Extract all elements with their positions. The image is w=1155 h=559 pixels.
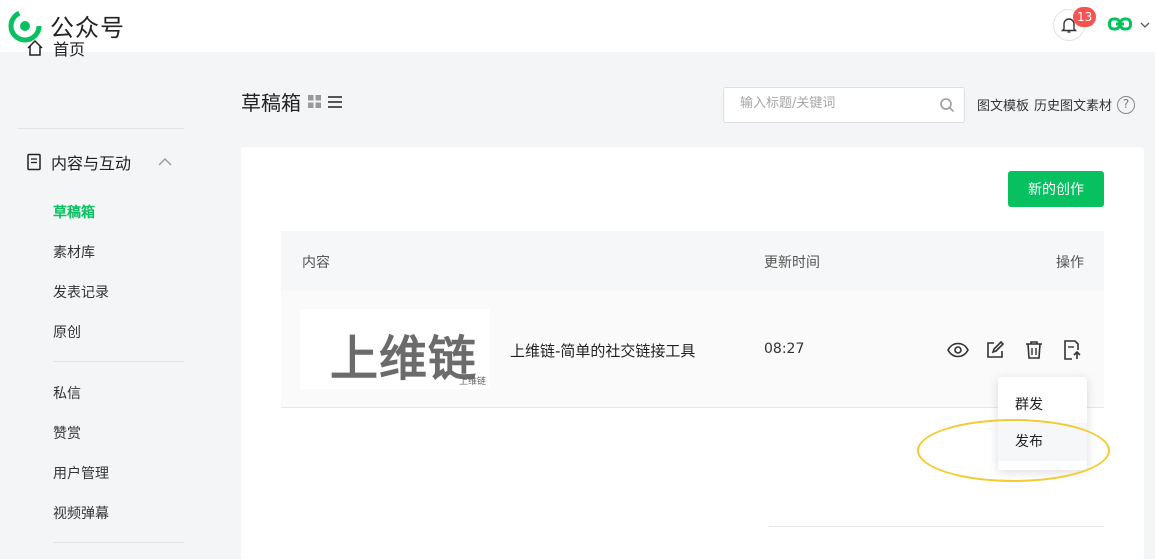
nav-content-interaction[interactable]: 内容与互动 [26, 150, 172, 174]
nav-home-label: 首页 [53, 40, 86, 59]
table-header: 内容 更新时间 操作 [281, 231, 1104, 291]
search-box[interactable] [723, 87, 965, 123]
list-view-icon[interactable] [328, 95, 342, 108]
grid-view-icon[interactable] [308, 95, 321, 108]
sidebar-item-messages[interactable]: 私信 [53, 383, 81, 403]
top-links: 图文模板 历史图文素材 ? [977, 95, 1136, 114]
table-row[interactable]: 上维链 上维链 上维链-简单的社交链接工具 08:27 [281, 291, 1104, 408]
top-header: 公众号 13 [0, 0, 1155, 52]
column-updated-time: 更新时间 [764, 255, 820, 271]
sidebar-item-original[interactable]: 原创 [53, 322, 81, 342]
edit-icon [987, 340, 1005, 358]
preview-button[interactable] [946, 338, 970, 362]
history-material-link[interactable]: 历史图文素材 [1034, 95, 1112, 114]
sidebar-item-video-danmaku[interactable]: 视频弹幕 [53, 503, 109, 523]
nav-home[interactable]: 首页 [26, 36, 85, 60]
page-title: 草稿箱 [241, 91, 301, 115]
highlight-annotation [917, 419, 1110, 482]
draft-title[interactable]: 上维链-简单的社交链接工具 [510, 340, 695, 361]
home-icon [27, 39, 43, 56]
thumbnail-text: 上维链 [330, 331, 478, 387]
trash-icon [1026, 341, 1042, 359]
help-icon[interactable]: ? [1117, 95, 1136, 114]
draft-thumbnail[interactable]: 上维链 上维链 [300, 309, 490, 389]
sidebar-item-publish-records[interactable]: 发表记录 [53, 282, 109, 302]
column-content: 内容 [302, 255, 330, 271]
document-icon [27, 153, 41, 171]
sidebar-divider [53, 542, 184, 543]
search-input[interactable] [740, 96, 930, 111]
thumbnail-watermark: 上维链 [458, 377, 486, 387]
edit-button[interactable] [983, 338, 1007, 362]
sidebar-item-user-management[interactable]: 用户管理 [53, 463, 109, 483]
notification-badge: 13 [1073, 7, 1097, 27]
search-icon[interactable] [939, 97, 955, 113]
sidebar-item-rewards[interactable]: 赞赏 [53, 423, 81, 443]
column-actions: 操作 [1056, 255, 1084, 271]
sidebar-divider [17, 128, 184, 129]
draft-updated-time: 08:27 [764, 341, 805, 357]
nav-content-interaction-label: 内容与互动 [51, 154, 132, 173]
template-link[interactable]: 图文模板 [977, 95, 1029, 114]
eye-icon [947, 342, 969, 358]
account-menu-chevron-icon[interactable] [1140, 22, 1150, 28]
publish-menu-button[interactable] [1060, 338, 1084, 362]
sidebar-item-library[interactable]: 素材库 [53, 242, 95, 262]
sidebar-item-drafts[interactable]: 草稿箱 [53, 202, 95, 222]
chevron-up-icon [158, 158, 172, 166]
publish-icon [1064, 340, 1081, 360]
sidebar-divider [53, 361, 184, 362]
link-icon[interactable] [1108, 14, 1132, 34]
page-title-group: 草稿箱 [241, 87, 342, 116]
divider [769, 526, 1104, 527]
delete-button[interactable] [1022, 338, 1046, 362]
new-creation-button[interactable]: 新的创作 [1008, 171, 1104, 207]
